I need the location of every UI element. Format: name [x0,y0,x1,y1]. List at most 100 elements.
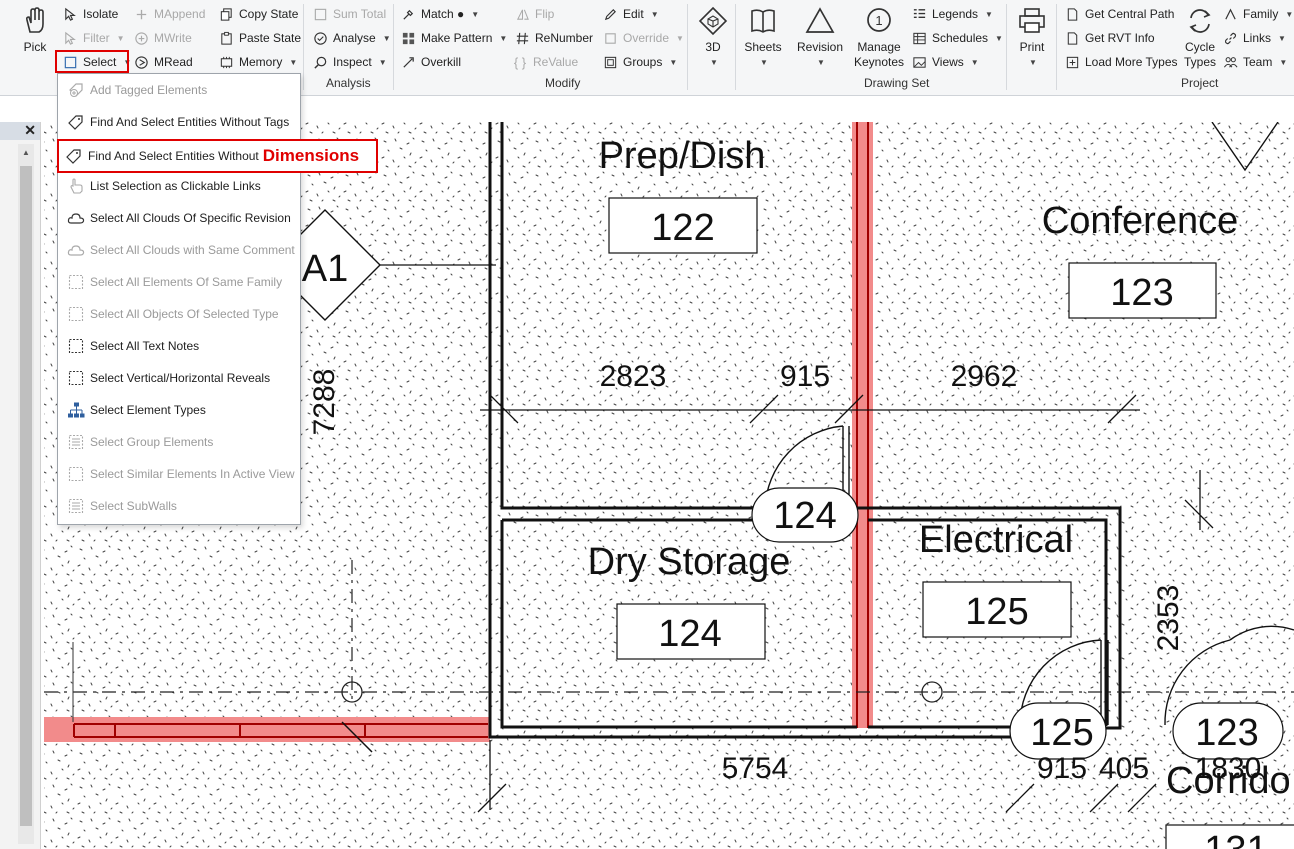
renumber-label: ReNumber [535,31,594,45]
override-label: Override [623,31,670,45]
close-icon[interactable]: ✕ [24,122,36,139]
dimension-text[interactable]: 7288 [308,369,341,436]
inspect-button[interactable]: Inspect ▼ [312,52,387,72]
chevron-down-icon: ▼ [1029,58,1037,67]
mappend-button[interactable]: MAppend [133,4,205,24]
isolate-button[interactable]: Isolate [62,4,118,24]
sum-total-button[interactable]: Sum Total [312,4,386,24]
pick-button[interactable]: Pick [18,6,52,55]
family-button[interactable]: Family ▼ [1222,4,1293,24]
dimension-text[interactable]: 2353 [1152,585,1185,652]
revalue-button[interactable]: { } ReValue [512,52,578,72]
menu-item-select-clouds-revision[interactable]: Select All Clouds Of Specific Revision [58,203,298,233]
menu-item-select-objects-type[interactable]: Select All Objects Of Selected Type [58,299,298,329]
scroll-up-icon[interactable]: ▲ [18,148,34,162]
print-button[interactable]: Print ▼ [1015,6,1049,70]
views-button[interactable]: Views ▼ [911,52,979,72]
menu-item-find-entities-without-dimensions[interactable]: Find And Select Entities Without Dimensi… [57,139,378,173]
dimension-text[interactable]: 405 [1099,752,1149,785]
schedules-button[interactable]: Schedules ▼ [911,28,1003,48]
room-number: 123 [1110,272,1173,314]
chevron-down-icon: ▼ [817,58,825,67]
scrollbar-thumb[interactable] [20,166,32,826]
links-button[interactable]: Links ▼ [1222,28,1286,48]
mappend-label: MAppend [154,7,206,21]
legends-icon [911,6,927,22]
menu-item-select-same-family[interactable]: Select All Elements Of Same Family [58,267,298,297]
schedules-icon [911,30,927,46]
get-central-path-button[interactable]: Get Central Path [1064,4,1174,24]
panel-scrollbar[interactable]: ▲ [18,144,34,844]
renumber-icon [514,30,530,46]
room-name[interactable]: Electrical [919,519,1073,561]
menu-item-label: Select All Clouds Of Specific Revision [90,211,291,225]
menu-item-add-tagged-elements[interactable]: Add Tagged Elements [58,75,298,105]
renumber-button[interactable]: ReNumber [514,28,593,48]
dimension-text[interactable]: 2823 [600,360,667,393]
revision-button[interactable]: Revision ▼ [795,6,845,70]
match-label: Match ● [421,7,465,21]
dimension-text[interactable]: 2962 [951,360,1018,393]
menu-item-select-similar-elements[interactable]: Select Similar Elements In Active View [58,459,298,489]
flip-button[interactable]: Flip [514,4,554,24]
chevron-down-icon: ▼ [378,57,387,67]
plus-icon [133,6,149,22]
3d-button[interactable]: 3D ▼ [697,6,729,70]
cycle-types-button[interactable]: Cycle Types [1180,6,1220,70]
overkill-button[interactable]: Overkill [400,52,461,72]
paste-state-button[interactable]: Paste State [218,28,301,48]
load-icon [1064,54,1080,70]
menu-item-label: Select All Objects Of Selected Type [90,307,279,321]
analyse-button[interactable]: Analyse ▼ [312,28,391,48]
dimension-text[interactable]: 5754 [722,752,789,785]
menu-item-select-clouds-comment[interactable]: Select All Clouds with Same Comment [58,235,298,265]
groups-button[interactable]: Groups ▼ [602,52,677,72]
dimension-text[interactable]: 915 [1037,752,1087,785]
door-tag-number: 125 [1030,712,1093,754]
menu-item-select-text-notes[interactable]: Select All Text Notes [58,331,298,361]
make-pattern-button[interactable]: Make Pattern ▼ [400,28,507,48]
filter-button[interactable]: Filter ▼ [62,28,125,48]
hand-pointer-icon [64,177,88,195]
legends-button[interactable]: Legends ▼ [911,4,993,24]
sheets-button[interactable]: Sheets ▼ [744,6,782,70]
room-name[interactable]: Dry Storage [588,541,791,583]
selected-wall-highlight[interactable] [852,122,873,728]
menu-item-select-group-elements[interactable]: Select Group Elements [58,427,298,457]
selected-wall-highlight[interactable] [44,717,490,742]
menu-item-list-clickable-links[interactable]: List Selection as Clickable Links [58,171,298,201]
views-label: Views [932,55,964,69]
menu-item-find-entities-without-tags[interactable]: Find And Select Entities Without Tags [58,107,298,137]
sum-total-label: Sum Total [333,7,387,21]
copy-state-button[interactable]: Copy State [218,4,298,24]
override-button[interactable]: Override ▼ [602,28,684,48]
menu-item-label: Select All Clouds with Same Comment [90,243,295,257]
legends-label: Legends [932,7,979,21]
load-more-types-button[interactable]: Load More Types [1064,52,1178,72]
list-box-icon [64,497,88,515]
section-marker-label: A1 [302,248,348,290]
room-name-partial[interactable]: Corrido [1166,760,1291,802]
project-group-label: Project [1181,76,1219,90]
room-name[interactable]: Conference [1042,200,1238,242]
dimension-text[interactable]: 915 [780,360,830,393]
analysis-group-label: Analysis [326,76,371,90]
manage-keynotes-button[interactable]: 1 Manage Keynotes [852,6,906,70]
match-button[interactable]: Match ● ▼ [400,4,479,24]
mwrite-button[interactable]: MWrite [133,28,192,48]
sheets-label: Sheets [744,40,782,54]
get-rvt-info-button[interactable]: Get RVT Info [1064,28,1155,48]
team-button[interactable]: Team ▼ [1222,52,1287,72]
chevron-down-icon: ▼ [760,58,768,67]
menu-item-label: Select Group Elements [90,435,214,449]
svg-text:1: 1 [875,13,882,28]
memory-button[interactable]: Memory ▼ [218,52,297,72]
room-name[interactable]: Prep/Dish [599,135,766,177]
menu-item-select-reveals[interactable]: Select Vertical/Horizontal Reveals [58,363,298,393]
mread-button[interactable]: MRead [133,52,193,72]
edit-button[interactable]: Edit ▼ [602,4,659,24]
menu-item-select-element-types[interactable]: Select Element Types [58,395,298,425]
schedules-label: Schedules [932,31,989,45]
menu-item-select-subwalls[interactable]: Select SubWalls [58,491,298,521]
cloud-icon [64,241,88,259]
